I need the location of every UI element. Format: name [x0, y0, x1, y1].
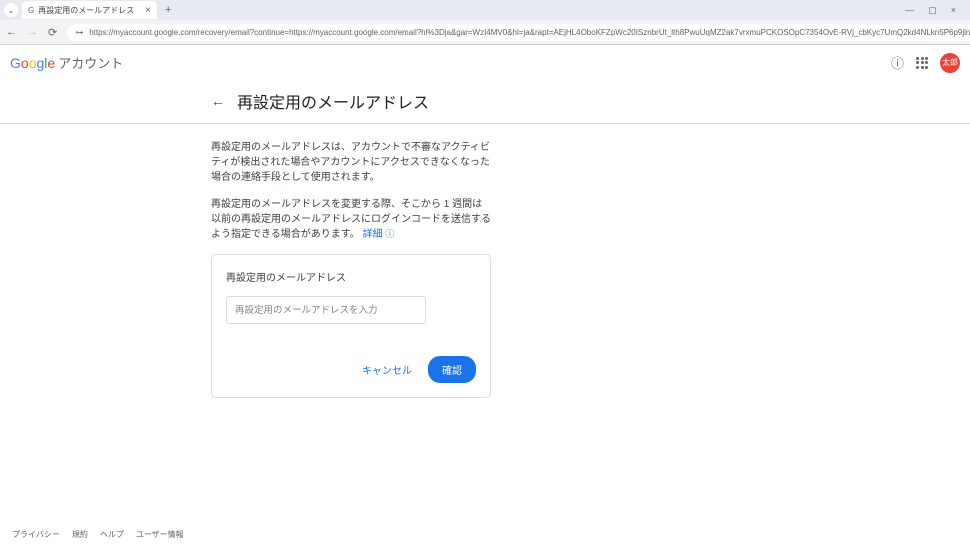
footer-help-link[interactable]: ヘルプ [100, 529, 124, 540]
browser-tab[interactable]: G 再設定用のメールアドレス × [22, 1, 157, 19]
tab-bar: ⌄ G 再設定用のメールアドレス × + — ▢ × [0, 0, 970, 20]
apps-icon[interactable] [916, 57, 928, 69]
google-logo[interactable]: Google [10, 55, 55, 71]
page-title: 再設定用のメールアドレス [237, 89, 429, 113]
tab-title: 再設定用のメールアドレス [38, 5, 141, 16]
site-info-icon[interactable]: ⊶ [75, 28, 83, 37]
url-text: https://myaccount.google.com/recovery/em… [89, 28, 970, 37]
help-circle-icon: ⓘ [385, 229, 394, 239]
new-tab-button[interactable]: + [161, 4, 175, 16]
minimize-icon[interactable]: — [905, 5, 914, 16]
browser-toolbar: ← → ⟳ ⊶ https://myaccount.google.com/rec… [0, 20, 970, 44]
footer: プライバシー 規約 ヘルプ ユーザー情報 [0, 523, 970, 546]
page-header: Google アカウント ⓘ 太郎 [0, 45, 970, 81]
browser-chrome: ⌄ G 再設定用のメールアドレス × + — ▢ × ← → ⟳ ⊶ https… [0, 0, 970, 45]
help-icon[interactable]: ⓘ [891, 53, 904, 72]
address-bar[interactable]: ⊶ https://myaccount.google.com/recovery/… [67, 24, 970, 41]
footer-terms-link[interactable]: 規約 [72, 529, 88, 540]
recovery-email-card: 再設定用のメールアドレス キャンセル 確認 [211, 254, 491, 398]
window-controls: — ▢ × [905, 5, 966, 16]
google-favicon-icon: G [28, 6, 34, 15]
back-arrow-icon[interactable]: ← [211, 93, 225, 109]
tab-search-dropdown[interactable]: ⌄ [4, 3, 18, 17]
avatar[interactable]: 太郎 [940, 53, 960, 73]
close-tab-icon[interactable]: × [145, 5, 151, 16]
recovery-email-input[interactable] [226, 296, 426, 324]
back-button[interactable]: ← [6, 26, 17, 38]
intro-paragraph-2: 再設定用のメールアドレスを変更する際、そこから 1 週間は以前の再設定用のメール… [211, 197, 491, 242]
card-label: 再設定用のメールアドレス [226, 269, 476, 284]
title-row: ← 再設定用のメールアドレス [0, 81, 970, 124]
detail-link[interactable]: 詳細 ⓘ [363, 229, 395, 240]
footer-privacy-link[interactable]: プライバシー [12, 529, 60, 540]
confirm-button[interactable]: 確認 [428, 356, 476, 383]
content: 再設定用のメールアドレスは、アカウントで不審なアクティビティが検出された場合やア… [211, 124, 759, 398]
card-actions: キャンセル 確認 [226, 356, 476, 383]
account-label: アカウント [58, 53, 123, 72]
footer-userinfo-link[interactable]: ユーザー情報 [136, 529, 184, 540]
intro-paragraph-1: 再設定用のメールアドレスは、アカウントで不審なアクティビティが検出された場合やア… [211, 140, 491, 185]
forward-button[interactable]: → [27, 26, 38, 38]
maximize-icon[interactable]: ▢ [928, 5, 937, 16]
cancel-button[interactable]: キャンセル [362, 362, 412, 377]
close-window-icon[interactable]: × [951, 5, 956, 16]
reload-button[interactable]: ⟳ [48, 26, 57, 39]
